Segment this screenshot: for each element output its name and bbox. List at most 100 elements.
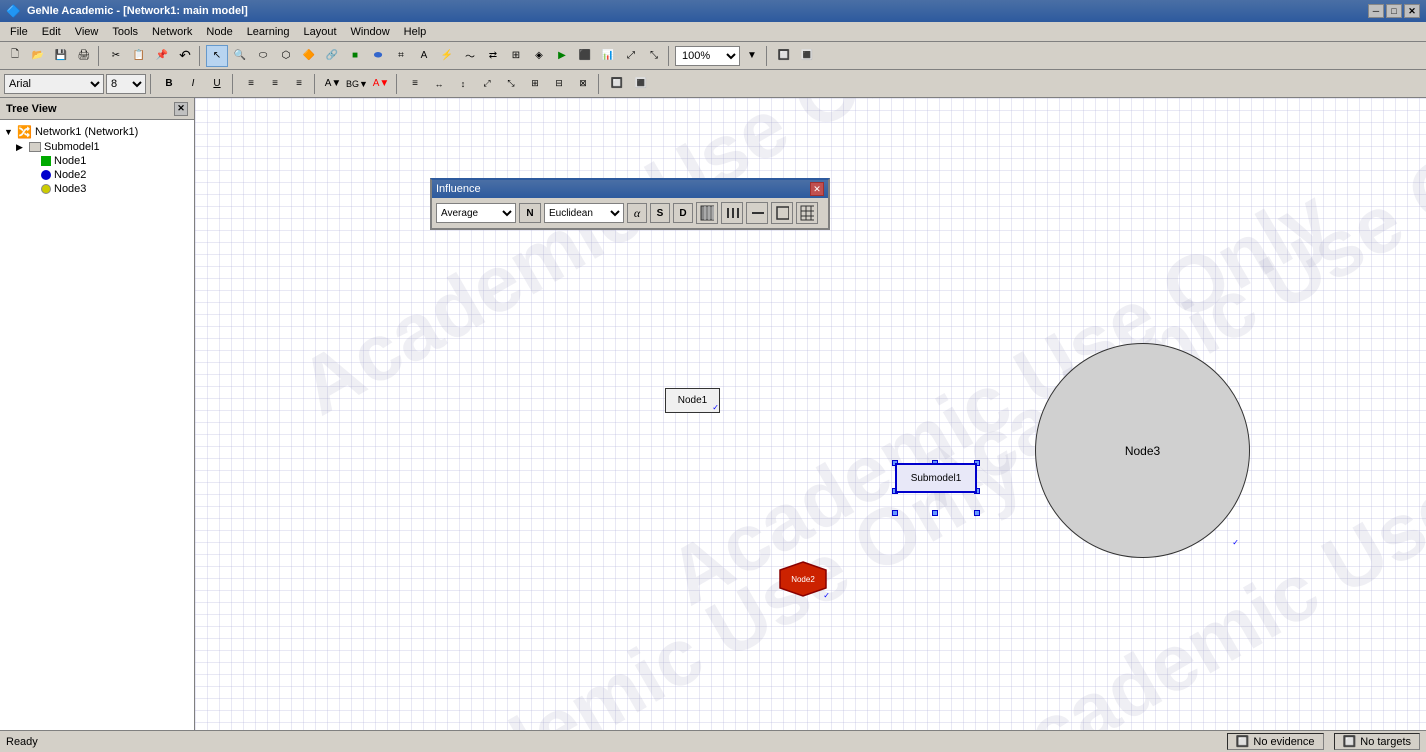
alpha-button[interactable]: α bbox=[627, 203, 647, 223]
display-grid-button[interactable] bbox=[796, 202, 818, 224]
node-format1-button[interactable]: ⊟ bbox=[548, 73, 570, 95]
tree-item-node1[interactable]: Node1 bbox=[28, 154, 190, 168]
run-button[interactable]: ▶ bbox=[551, 45, 573, 67]
handle-br[interactable] bbox=[974, 510, 980, 516]
new-button[interactable]: 🗋 bbox=[4, 45, 26, 67]
paste-button[interactable]: 📌 bbox=[151, 45, 173, 67]
grid-align-button[interactable]: ⊞ bbox=[524, 73, 546, 95]
status-ready: Ready bbox=[6, 736, 38, 748]
align-right-button[interactable]: ≡ bbox=[288, 73, 310, 95]
menu-edit[interactable]: Edit bbox=[36, 24, 67, 40]
minimize-button[interactable]: ─ bbox=[1368, 4, 1384, 18]
font-select[interactable]: Arial bbox=[4, 74, 104, 94]
fit2-button[interactable]: ⤡ bbox=[643, 45, 665, 67]
node-size2-button[interactable]: ↕ bbox=[452, 73, 474, 95]
submodel2-btn[interactable]: 🔳 bbox=[796, 45, 818, 67]
blue-ellipse-button[interactable]: ⬬ bbox=[367, 45, 389, 67]
menu-file[interactable]: File bbox=[4, 24, 34, 40]
search-button[interactable]: 🔍 bbox=[229, 45, 251, 67]
node3[interactable]: Node3 ✓ bbox=[1035, 343, 1250, 558]
table-button[interactable]: ⊞ bbox=[505, 45, 527, 67]
menu-layout[interactable]: Layout bbox=[298, 24, 343, 40]
zoom-select[interactable]: 100% 75% 50% 150% bbox=[675, 46, 740, 66]
evidence-icon: 🔲 bbox=[1236, 735, 1250, 748]
ellipse-button[interactable]: ⬭ bbox=[252, 45, 274, 67]
menu-learning[interactable]: Learning bbox=[241, 24, 296, 40]
maximize-button[interactable]: □ bbox=[1386, 4, 1402, 18]
display-dash-button[interactable] bbox=[746, 202, 768, 224]
node1-icon bbox=[41, 156, 51, 166]
layer-btn[interactable]: 🔲 bbox=[606, 73, 628, 95]
menu-view[interactable]: View bbox=[69, 24, 105, 40]
menu-window[interactable]: Window bbox=[345, 24, 396, 40]
border-style-button[interactable]: ≡ bbox=[404, 73, 426, 95]
node2[interactable]: Node2 ✓ bbox=[778, 560, 828, 598]
link-button[interactable]: 🔗 bbox=[321, 45, 343, 67]
handle-bl[interactable] bbox=[892, 510, 898, 516]
tree-root[interactable]: ▼ 🔀 Network1 (Network1) bbox=[4, 124, 190, 140]
tree-item-node3[interactable]: Node3 bbox=[28, 182, 190, 196]
cut-button[interactable]: ✂ bbox=[105, 45, 127, 67]
close-button[interactable]: ✕ bbox=[1404, 4, 1420, 18]
tree-item-node2[interactable]: Node2 bbox=[28, 168, 190, 182]
no-evidence-label: No evidence bbox=[1253, 736, 1314, 748]
title-bar: 🔷 GeNIe Academic - [Network1: main model… bbox=[0, 0, 1426, 22]
stop-button[interactable]: ⬛ bbox=[574, 45, 596, 67]
rect2-button[interactable]: 🔶 bbox=[298, 45, 320, 67]
open-button[interactable]: 📂 bbox=[27, 45, 49, 67]
canvas-area[interactable]: Academic Use Only Academic Use Only Acad… bbox=[195, 98, 1426, 730]
fit-button[interactable]: ⤢ bbox=[620, 45, 642, 67]
fill-color-button[interactable]: A▼ bbox=[322, 73, 344, 95]
dialog-close-button[interactable]: ✕ bbox=[810, 182, 824, 196]
submodel1[interactable]: Submodel1 bbox=[895, 463, 977, 493]
select-button[interactable]: ↖ bbox=[206, 45, 228, 67]
green-rect-button[interactable]: ■ bbox=[344, 45, 366, 67]
wave-button[interactable]: 〜 bbox=[459, 45, 481, 67]
menu-network[interactable]: Network bbox=[146, 24, 198, 40]
text-color-button[interactable]: A▼ bbox=[370, 73, 392, 95]
submodel-btn[interactable]: 🔲 bbox=[773, 45, 795, 67]
node1[interactable]: Node1 ✓ bbox=[665, 388, 720, 413]
display-lines-button[interactable] bbox=[721, 202, 743, 224]
submodel1-wrapper: Submodel1 bbox=[895, 463, 977, 493]
menu-tools[interactable]: Tools bbox=[106, 24, 144, 40]
node-tool[interactable]: ◈ bbox=[528, 45, 550, 67]
sidebar-close-button[interactable]: ✕ bbox=[174, 102, 188, 116]
menu-node[interactable]: Node bbox=[200, 24, 238, 40]
bg-color-button[interactable]: BG▼ bbox=[346, 73, 368, 95]
node-dist-button[interactable]: ⤡ bbox=[500, 73, 522, 95]
text-button[interactable]: A bbox=[413, 45, 435, 67]
align-left-button[interactable]: ≡ bbox=[240, 73, 262, 95]
display-filled-button[interactable] bbox=[696, 202, 718, 224]
move-button[interactable]: ⇄ bbox=[482, 45, 504, 67]
undo-button[interactable]: ↶ bbox=[174, 45, 196, 67]
display-outline-button[interactable] bbox=[771, 202, 793, 224]
d-button[interactable]: D bbox=[673, 203, 693, 223]
method-select[interactable]: Average Minimum Maximum bbox=[436, 203, 516, 223]
copy-button[interactable]: 📋 bbox=[128, 45, 150, 67]
s-button[interactable]: S bbox=[650, 203, 670, 223]
layer2-btn[interactable]: 🔳 bbox=[630, 73, 652, 95]
tree-label-submodel1: Submodel1 bbox=[44, 141, 100, 153]
lightning-button[interactable]: ⚡ bbox=[436, 45, 458, 67]
tree-expand-submodel: ▶ bbox=[16, 142, 26, 153]
italic-button[interactable]: I bbox=[182, 73, 204, 95]
node-size3-button[interactable]: ⤢ bbox=[476, 73, 498, 95]
distance-select[interactable]: Euclidean Manhattan bbox=[544, 203, 624, 223]
node-size1-button[interactable]: ↔ bbox=[428, 73, 450, 95]
print-button[interactable]: 🖨 bbox=[73, 45, 95, 67]
save-button[interactable]: 💾 bbox=[50, 45, 72, 67]
zoom-dropdown-btn[interactable]: ▼ bbox=[741, 45, 763, 67]
underline-button[interactable]: U bbox=[206, 73, 228, 95]
n-button[interactable]: N bbox=[519, 203, 541, 223]
tree-item-submodel1[interactable]: ▶ Submodel1 bbox=[16, 140, 190, 154]
handle-bm[interactable] bbox=[932, 510, 938, 516]
font-size-select[interactable]: 8 10 12 bbox=[106, 74, 146, 94]
align-center-button[interactable]: ≡ bbox=[264, 73, 286, 95]
menu-help[interactable]: Help bbox=[398, 24, 433, 40]
bold-button[interactable]: B bbox=[158, 73, 180, 95]
tool1-button[interactable]: ⌗ bbox=[390, 45, 412, 67]
rect-button[interactable]: ⬡ bbox=[275, 45, 297, 67]
chart-button[interactable]: 📊 bbox=[597, 45, 619, 67]
node-format2-button[interactable]: ⊠ bbox=[572, 73, 594, 95]
